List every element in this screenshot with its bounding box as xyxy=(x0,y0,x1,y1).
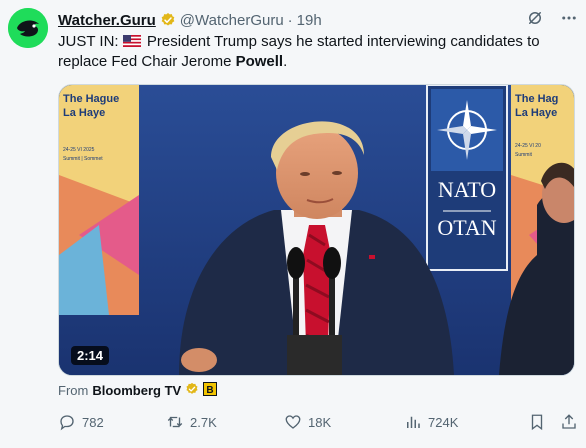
like-button[interactable]: 18K xyxy=(284,413,404,431)
source-verified-icon xyxy=(185,382,199,399)
tweet-header: Watcher.Guru @WatcherGuru · 19h xyxy=(58,10,578,30)
bloomberg-badge-letter: B xyxy=(207,385,214,396)
us-flag-icon xyxy=(122,35,141,47)
repost-count: 2.7K xyxy=(190,414,217,430)
tweet-timestamp[interactable]: 19h xyxy=(297,12,322,29)
banner-left-date: 24-25 VI 2025 xyxy=(63,147,95,153)
tweet-actions: 782 2.7K 18K 724K xyxy=(58,412,578,432)
header-actions xyxy=(526,9,578,31)
video-thumbnail: The Hague La Haye 24-25 VI 2025 Summit |… xyxy=(59,85,574,375)
reply-count: 782 xyxy=(82,414,104,430)
more-options-icon[interactable] xyxy=(560,9,578,31)
banner-left-sub: Summit | Sommet xyxy=(63,156,103,162)
video-player[interactable]: The Hague La Haye 24-25 VI 2025 Summit |… xyxy=(58,84,575,376)
author-avatar[interactable] xyxy=(8,8,48,48)
tweet-text-bold: Powell xyxy=(235,53,284,70)
share-icon[interactable] xyxy=(560,413,578,431)
tweet-text-suffix: . xyxy=(283,53,288,70)
banner-right-line1: The Hag xyxy=(515,93,558,105)
watcherguru-logo-icon xyxy=(8,8,48,48)
author-name[interactable]: Watcher.Guru xyxy=(58,12,156,29)
banner-left-line1: The Hague xyxy=(63,93,119,105)
author-handle[interactable]: @WatcherGuru xyxy=(180,12,284,29)
heart-icon xyxy=(285,415,301,429)
reply-button[interactable]: 782 xyxy=(58,413,166,431)
banner-right-date: 24-25 VI 20 xyxy=(515,143,541,149)
grok-icon[interactable] xyxy=(526,9,544,31)
repost-button[interactable]: 2.7K xyxy=(166,413,284,431)
video-duration: 2:14 xyxy=(71,346,110,365)
banner-right-line2: La Haye xyxy=(515,107,557,119)
nato-text: NATO xyxy=(438,177,496,202)
banner-right-sub: Summit xyxy=(515,152,533,158)
bloomberg-badge-icon: B xyxy=(203,382,218,399)
reply-icon xyxy=(60,415,74,431)
banner-left-line2: La Haye xyxy=(63,107,105,119)
like-count: 18K xyxy=(308,414,332,430)
views-count: 724K xyxy=(428,414,459,430)
source-attribution: From Bloomberg TV B xyxy=(58,382,218,399)
views-chart-icon xyxy=(407,416,420,428)
source-name[interactable]: Bloomberg TV xyxy=(92,383,181,398)
separator-dot: · xyxy=(287,11,293,29)
repost-icon xyxy=(167,416,183,428)
tweet-text-prefix: JUST IN: xyxy=(58,33,123,50)
verified-badge-icon xyxy=(160,12,176,28)
otan-text: OTAN xyxy=(437,215,496,240)
views-button[interactable]: 724K xyxy=(404,413,524,431)
tweet-extra-actions xyxy=(528,413,578,431)
bookmark-icon[interactable] xyxy=(528,413,546,431)
from-label: From xyxy=(58,383,89,398)
tweet-text: JUST IN: President Trump says he started… xyxy=(58,32,578,72)
